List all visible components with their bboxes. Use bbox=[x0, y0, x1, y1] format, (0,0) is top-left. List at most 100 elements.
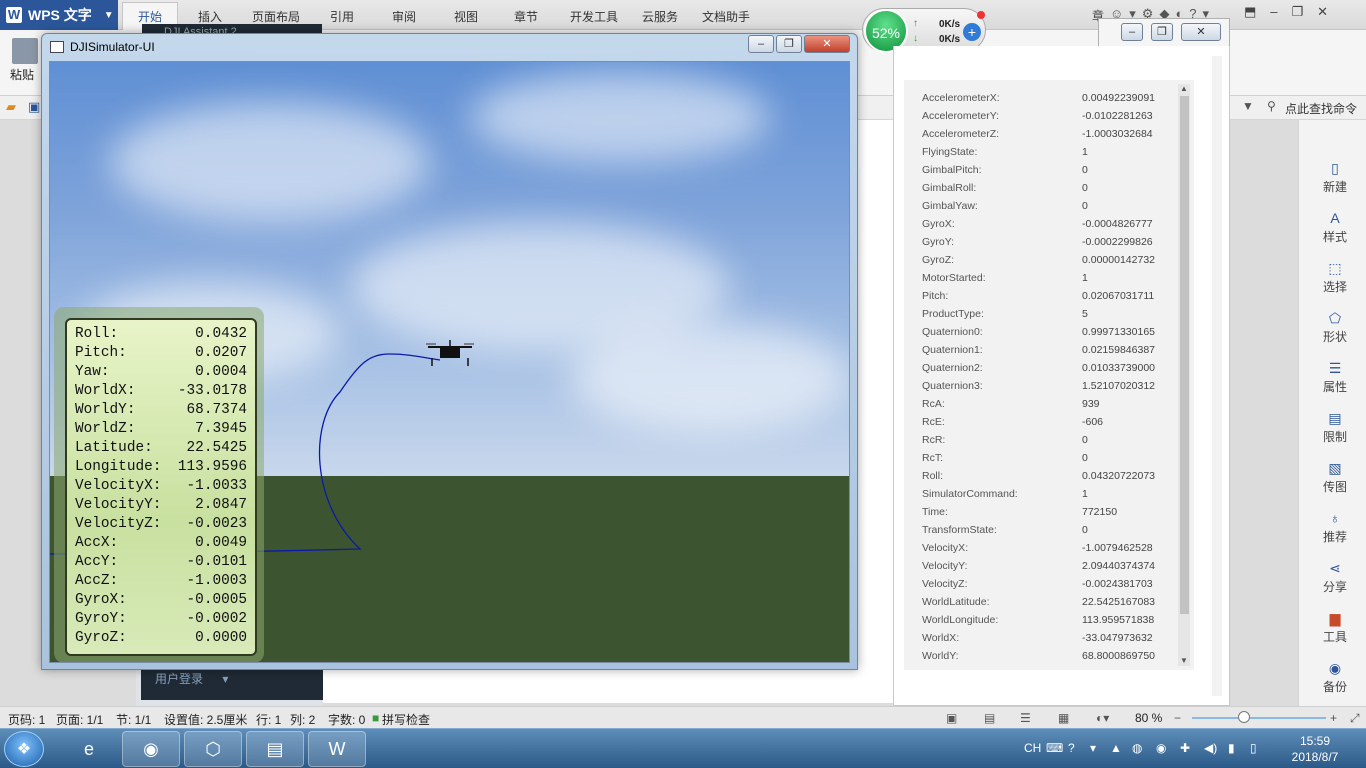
data-key: ProductType: bbox=[922, 308, 984, 320]
tab-insert[interactable]: 插入 bbox=[198, 8, 222, 25]
wps-taskbar-icon[interactable]: W bbox=[308, 731, 366, 767]
tab-review[interactable]: 审阅 bbox=[392, 8, 416, 25]
plus-icon[interactable]: + bbox=[963, 23, 981, 41]
wps-window-controls[interactable]: ⬒–❐✕ bbox=[1244, 4, 1364, 26]
search-command-input[interactable]: 点此查找命令 bbox=[1285, 100, 1357, 117]
chrome-icon[interactable]: ◍ bbox=[1132, 741, 1142, 755]
scroll-up-icon[interactable]: ▲ bbox=[1180, 84, 1188, 93]
security-icon[interactable]: ✚ bbox=[1180, 741, 1190, 755]
data-window-scrollbar[interactable] bbox=[1212, 56, 1222, 696]
tool-shape[interactable]: ⬠ 形状 bbox=[1313, 310, 1357, 345]
tab-cloud[interactable]: 云服务 bbox=[642, 8, 678, 25]
tool-share[interactable]: ⋖ 分享 bbox=[1313, 560, 1357, 595]
ime-icon[interactable]: ▾ bbox=[1090, 741, 1096, 755]
open-folder-icon[interactable]: ▰ bbox=[6, 99, 16, 115]
eye-protect-icon[interactable]: ◐▾ bbox=[1096, 711, 1109, 725]
status-spellcheck[interactable]: 拼写检查 bbox=[382, 711, 430, 728]
fullscreen-icon[interactable]: ▣ bbox=[946, 711, 957, 725]
hud-value: 7.3945 bbox=[195, 421, 247, 437]
tool-tools-label: 工具 bbox=[1322, 630, 1347, 644]
hud-value: -0.0023 bbox=[186, 516, 247, 532]
tab-chapter[interactable]: 章节 bbox=[514, 8, 538, 25]
help-icon[interactable]: ? bbox=[1068, 741, 1075, 755]
data-row: GimbalYaw: 0 bbox=[922, 200, 1192, 218]
data-key: GimbalRoll: bbox=[922, 182, 977, 194]
data-value: 0 bbox=[1082, 524, 1088, 536]
explorer-icon[interactable]: ▤ bbox=[246, 731, 304, 767]
data-close-button[interactable]: ✕ bbox=[1181, 23, 1221, 41]
zoom-out-icon[interactable]: − bbox=[1174, 711, 1181, 725]
filter-icon[interactable]: ▼ bbox=[1242, 99, 1254, 113]
chevron-down-icon: ▼ bbox=[103, 9, 114, 21]
data-key: WorldY: bbox=[922, 650, 959, 662]
browser-360-icon[interactable]: ◉ bbox=[122, 731, 180, 767]
tool-style[interactable]: A 样式 bbox=[1313, 210, 1357, 245]
wps-app-menu[interactable]: W WPS 文字 ▼ bbox=[0, 0, 118, 30]
page-view-icon[interactable]: ▤ bbox=[984, 711, 995, 725]
simulator-viewport[interactable]: Roll: 0.0432 Pitch: 0.0207 Yaw: 0.0004 WorldX:… bbox=[49, 61, 850, 663]
data-value: -0.0004826777 bbox=[1082, 218, 1153, 230]
data-value: -606 bbox=[1082, 416, 1104, 428]
login-label[interactable]: 用户登录 bbox=[155, 672, 203, 686]
tool-tools[interactable]: ▆ 工具 bbox=[1313, 610, 1357, 645]
web-view-icon[interactable]: ▦ bbox=[1058, 711, 1069, 725]
volume-icon[interactable]: ◀) bbox=[1204, 741, 1217, 755]
clock-time: 15:59 bbox=[1299, 734, 1331, 748]
hud-label: VelocityY: bbox=[75, 497, 162, 513]
minimize-button[interactable]: – bbox=[748, 35, 774, 53]
tool-restrict[interactable]: ▤ 限制 bbox=[1313, 410, 1357, 445]
hud-label: GyroX: bbox=[75, 592, 127, 608]
data-value: -0.0024381703 bbox=[1082, 578, 1153, 590]
start-button[interactable]: ❖ bbox=[4, 731, 44, 767]
browser-360-tray-icon[interactable]: ◉ bbox=[1156, 741, 1166, 755]
tab-references[interactable]: 引用 bbox=[330, 8, 354, 25]
data-value: -1.0003032684 bbox=[1082, 128, 1153, 140]
data-row: WorldLatitude: 22.5425167083 bbox=[922, 596, 1192, 614]
zoom-slider[interactable] bbox=[1192, 717, 1326, 719]
tool-upload-image[interactable]: ▧ 传图 bbox=[1313, 460, 1357, 495]
dji-assistant-icon[interactable]: ⬡ bbox=[184, 731, 242, 767]
data-key: GimbalYaw: bbox=[922, 200, 978, 212]
tool-backup[interactable]: ◉ 备份 bbox=[1313, 660, 1357, 695]
outline-view-icon[interactable]: ☰ bbox=[1020, 711, 1031, 725]
fit-icon[interactable]: ⤢ bbox=[1350, 711, 1360, 726]
tool-select[interactable]: ⬚ 选择 bbox=[1313, 260, 1357, 295]
data-list-scroll-thumb[interactable] bbox=[1180, 96, 1189, 614]
data-key: MotorStarted: bbox=[922, 272, 986, 284]
ie-icon[interactable]: e bbox=[60, 731, 118, 767]
clock[interactable]: 15:59 2018/8/7 bbox=[1280, 733, 1350, 765]
chevron-down-icon: ▾ bbox=[222, 672, 229, 686]
language-indicator[interactable]: CH bbox=[1024, 741, 1041, 755]
data-key: Time: bbox=[922, 506, 948, 518]
tool-properties[interactable]: ☰ 属性 bbox=[1313, 360, 1357, 395]
zoom-slider-thumb[interactable] bbox=[1238, 711, 1250, 723]
tab-doc-assistant[interactable]: 文档助手 bbox=[702, 8, 750, 25]
data-row: RcT: 0 bbox=[922, 452, 1192, 470]
data-row: WorldLongitude: 113.959571838 bbox=[922, 614, 1192, 632]
zoom-in-icon[interactable]: + bbox=[1330, 711, 1337, 725]
save-icon[interactable]: ▣ bbox=[28, 99, 40, 115]
hud-value: -0.0101 bbox=[186, 554, 247, 570]
tool-recommend[interactable]: ♁ 推荐 bbox=[1313, 510, 1357, 545]
paste-icon[interactable] bbox=[12, 38, 38, 64]
paste-button[interactable]: 粘贴 bbox=[10, 66, 34, 83]
maximize-button[interactable]: ❐ bbox=[776, 35, 802, 53]
tab-dev-tools[interactable]: 开发工具 bbox=[570, 8, 618, 25]
data-min-button[interactable]: – bbox=[1121, 23, 1143, 41]
data-value: 0 bbox=[1082, 164, 1088, 176]
tool-new[interactable]: ▯ 新建 bbox=[1313, 160, 1357, 195]
data-key: Quaternion3: bbox=[922, 380, 983, 392]
network-icon[interactable]: ▮ bbox=[1228, 741, 1235, 755]
clock-date: 2018/8/7 bbox=[1291, 750, 1339, 764]
tab-view[interactable]: 视图 bbox=[454, 8, 478, 25]
show-hidden-icon[interactable]: ▲ bbox=[1110, 741, 1122, 755]
power-icon[interactable]: ▯ bbox=[1250, 741, 1257, 755]
keyboard-icon[interactable]: ⌨ bbox=[1046, 741, 1063, 755]
data-value: 0.00492239091 bbox=[1082, 92, 1155, 104]
close-button[interactable]: ✕ bbox=[804, 35, 850, 53]
new-doc-icon: ▯ bbox=[1331, 160, 1339, 176]
tab-page-layout[interactable]: 页面布局 bbox=[252, 8, 300, 25]
hud-label: Latitude: bbox=[75, 440, 153, 456]
scroll-down-icon[interactable]: ▼ bbox=[1180, 656, 1188, 665]
data-max-button[interactable]: ❐ bbox=[1151, 23, 1173, 41]
